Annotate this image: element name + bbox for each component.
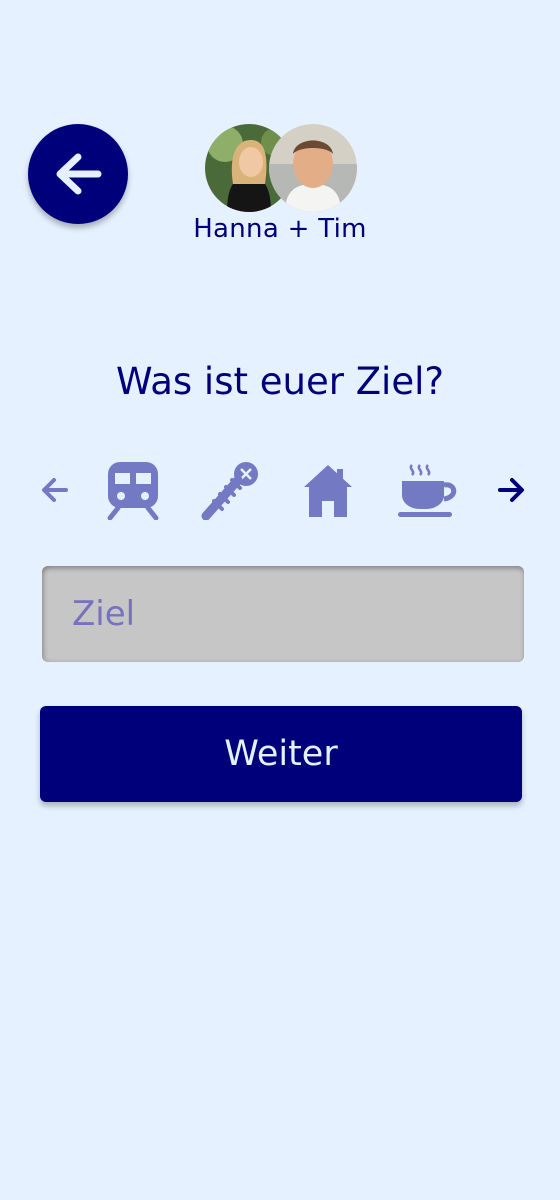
train-icon[interactable] bbox=[106, 460, 160, 520]
coffee-cup-icon[interactable] bbox=[396, 461, 460, 519]
avatar-tim bbox=[269, 124, 357, 212]
participants-label: Hanna + Tim bbox=[193, 214, 367, 244]
participants-avatars bbox=[205, 124, 365, 214]
carousel-prev-icon[interactable] bbox=[40, 477, 68, 503]
arrow-left-icon bbox=[56, 153, 102, 195]
back-button[interactable] bbox=[28, 124, 128, 224]
carousel-next-icon[interactable] bbox=[498, 477, 526, 503]
page-title: Was ist euer Ziel? bbox=[115, 360, 444, 403]
house-icon[interactable] bbox=[302, 463, 354, 519]
continue-button[interactable]: Weiter bbox=[40, 706, 522, 802]
screw-icon[interactable] bbox=[200, 460, 260, 520]
destination-input[interactable] bbox=[42, 566, 524, 662]
category-carousel bbox=[0, 455, 560, 525]
